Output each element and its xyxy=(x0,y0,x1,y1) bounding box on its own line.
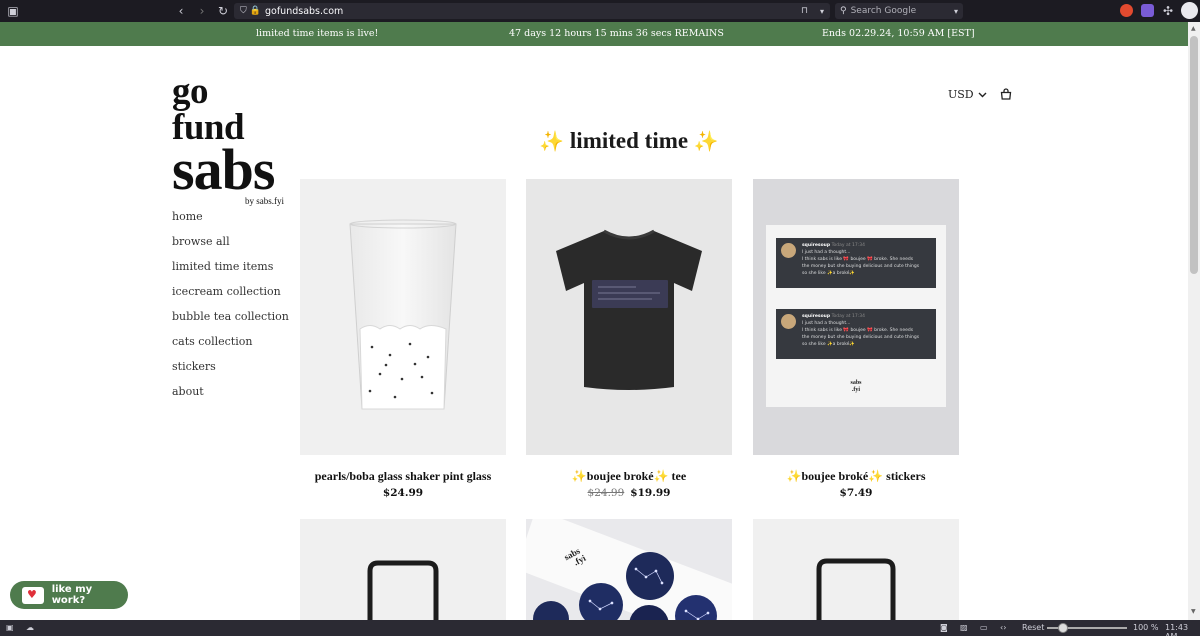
address-bar[interactable]: ⛉ 🔒 gofundsabs.com ⊓ ▾ xyxy=(234,3,830,19)
tshirt-image xyxy=(556,229,702,390)
product-title[interactable]: ✨boujee broké✨ tee xyxy=(526,469,732,484)
window-icon[interactable]: ▭ xyxy=(980,623,988,632)
nav-item-bubble-tea-collection[interactable]: bubble tea collection xyxy=(172,310,289,335)
product-current-price: $7.49 xyxy=(839,487,873,499)
reload-icon[interactable]: ↻ xyxy=(214,2,232,20)
product-image-glass[interactable] xyxy=(300,179,506,455)
nav-item-cats-collection[interactable]: cats collection xyxy=(172,335,289,360)
extension-c-icon[interactable] xyxy=(1141,4,1154,17)
support-button-label: like my work? xyxy=(51,584,93,606)
product-image-stickers[interactable]: squiresoup Today at 17:34 I just had a t… xyxy=(753,179,959,455)
sparkle-right-icon: ✨ xyxy=(693,131,719,153)
product-image-tote-2[interactable] xyxy=(753,519,959,629)
announcement-left: limited time items is live! xyxy=(256,28,379,39)
countdown-timer: 47 days 12 hours 15 mins 36 secs REMAINS xyxy=(509,28,724,39)
scroll-up-icon[interactable]: ▲ xyxy=(1191,25,1196,32)
sidebar-nav: home browse all limited time items icecr… xyxy=(172,210,289,410)
extensions-puzzle-icon[interactable]: ✣ xyxy=(1159,2,1177,20)
page-title: ✨ limited time ✨ xyxy=(0,128,1200,154)
product-current-price: $24.99 xyxy=(382,487,424,499)
lock-icon: 🔒 xyxy=(249,6,261,16)
sticker-avatar-icon xyxy=(781,243,796,258)
sticker-message-2: squiresoup Today at 17:34 I just had a t… xyxy=(776,309,936,359)
sticker-brand-mark: sabs .fyi xyxy=(850,380,862,393)
nav-item-about[interactable]: about xyxy=(172,385,289,410)
search-bar[interactable]: ⚲ Search Google ▾ xyxy=(835,3,963,19)
cart-icon[interactable] xyxy=(1000,88,1012,100)
image-icon[interactable]: ▨ xyxy=(960,623,968,632)
url-text: gofundsabs.com xyxy=(264,5,344,17)
zoom-slider-handle[interactable] xyxy=(1058,623,1068,633)
page-title-text: limited time xyxy=(569,128,689,153)
code-icon[interactable]: ‹› xyxy=(1000,623,1006,632)
sparkle-left-icon: ✨ xyxy=(539,131,565,153)
scrollbar-thumb[interactable] xyxy=(1190,36,1198,274)
product-image-sticker-sheet[interactable]: sabs .fyi xyxy=(526,519,732,629)
product-price: $7.49 xyxy=(753,487,959,499)
shield-icon: ⛉ xyxy=(240,6,247,16)
forward-icon[interactable]: › xyxy=(193,2,211,20)
profile-avatar[interactable] xyxy=(1181,2,1198,19)
search-icon: ⚲ xyxy=(840,6,847,16)
browser-toolbar: ▣ ‹ › ↻ ⛉ 🔒 gofundsabs.com ⊓ ▾ ⚲ Search … xyxy=(0,0,1200,22)
tote-bag-image xyxy=(816,558,896,629)
product-original-price: $24.99 xyxy=(587,487,625,499)
nav-item-icecream-collection[interactable]: icecream collection xyxy=(172,285,289,310)
product-sale-price: $19.99 xyxy=(630,487,671,499)
page-scrollbar[interactable]: ▲ ▼ xyxy=(1188,22,1200,620)
clock: 11:43 AM xyxy=(1165,623,1189,636)
nav-item-limited-time-items[interactable]: limited time items xyxy=(172,260,289,285)
announcement-bar: limited time items is live! 47 days 12 h… xyxy=(0,22,1188,46)
nav-item-home[interactable]: home xyxy=(172,210,289,235)
sticker-sheet: squiresoup Today at 17:34 I just had a t… xyxy=(766,225,946,407)
product-card-sticker-sheet[interactable]: sabs .fyi xyxy=(526,519,732,629)
back-icon[interactable]: ‹ xyxy=(172,2,190,20)
chevron-down-icon xyxy=(978,92,987,97)
product-title[interactable]: ✨boujee broké✨ stickers xyxy=(753,469,959,484)
currency-label: USD xyxy=(948,88,974,101)
search-placeholder: Search Google xyxy=(850,6,917,16)
zoom-level: 100 % xyxy=(1133,623,1159,632)
coffee-cup-icon: ♥ xyxy=(22,586,44,604)
product-image-tote-1[interactable] xyxy=(300,519,506,629)
support-button[interactable]: ♥ like my work? xyxy=(10,581,128,609)
browser-status-bar: ▣ ☁ ◙ ▨ ▭ ‹› Reset 100 % 11:43 AM xyxy=(0,620,1200,636)
sticker-avatar-icon xyxy=(781,314,796,329)
constellation-stickers-image xyxy=(526,519,732,629)
product-image-tee[interactable] xyxy=(526,179,732,455)
zoom-reset[interactable]: Reset xyxy=(1022,623,1044,632)
product-price: $24.99 xyxy=(300,487,506,499)
panel-icon[interactable]: ▣ xyxy=(6,623,14,632)
product-card-tote-2[interactable] xyxy=(753,519,959,629)
search-engine-dropdown-icon[interactable]: ▾ xyxy=(954,7,958,16)
heart-icon: ♥ xyxy=(27,587,37,601)
tote-bag-image xyxy=(367,560,439,629)
bookmark-icon[interactable]: ⊓ xyxy=(801,6,808,16)
sidebar-toggle-icon[interactable]: ▣ xyxy=(4,2,22,20)
nav-item-stickers[interactable]: stickers xyxy=(172,360,289,385)
product-title[interactable]: pearls/boba glass shaker pint glass xyxy=(300,469,506,484)
product-card-tee[interactable]: ✨boujee broké✨ tee $24.99 $19.99 xyxy=(526,179,732,499)
pint-glass-image xyxy=(349,219,457,410)
extension-red-icon[interactable] xyxy=(1120,4,1133,17)
camera-icon[interactable]: ◙ xyxy=(940,623,948,632)
currency-selector[interactable]: USD xyxy=(948,88,987,101)
sticker-message-1: squiresoup Today at 17:34 I just had a t… xyxy=(776,238,936,288)
product-card-glass[interactable]: pearls/boba glass shaker pint glass $24.… xyxy=(300,179,506,499)
dropdown-icon[interactable]: ▾ xyxy=(820,7,824,16)
nav-item-browse-all[interactable]: browse all xyxy=(172,235,289,260)
announcement-end-date: Ends 02.29.24, 10:59 AM [EST] xyxy=(822,28,975,39)
product-price: $24.99 $19.99 xyxy=(526,487,732,499)
product-card-stickers[interactable]: squiresoup Today at 17:34 I just had a t… xyxy=(753,179,959,499)
cloud-icon[interactable]: ☁ xyxy=(26,623,34,632)
product-card-tote-1[interactable] xyxy=(300,519,506,629)
scroll-down-icon[interactable]: ▼ xyxy=(1191,608,1196,615)
